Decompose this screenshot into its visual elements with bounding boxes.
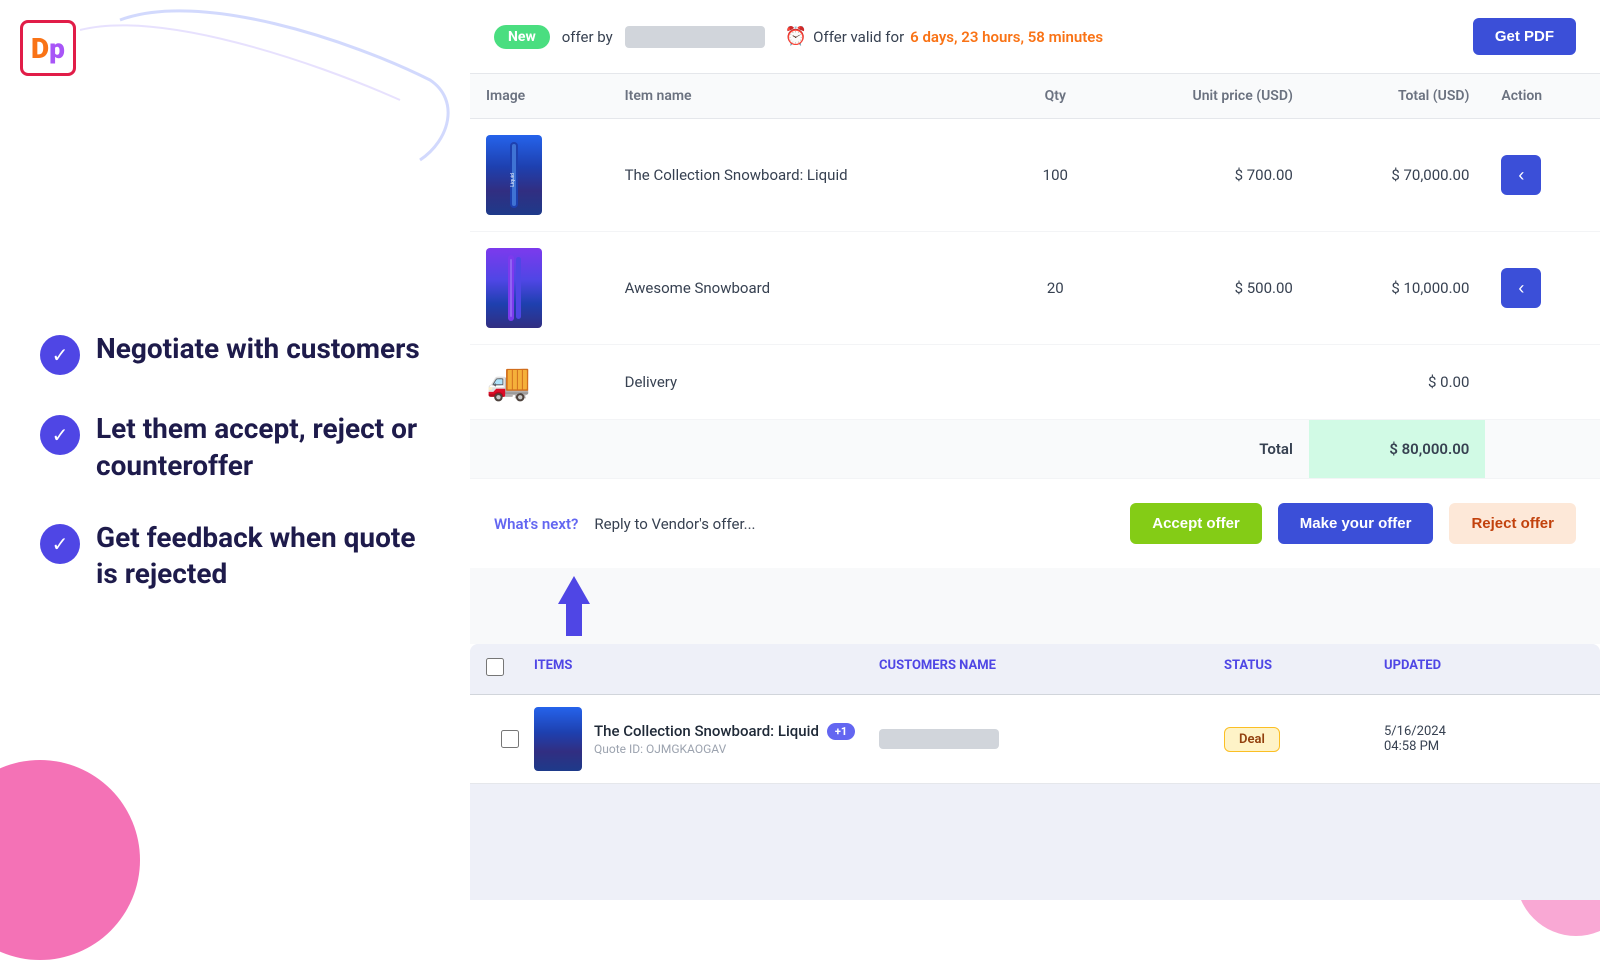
col-item-name: Item name <box>609 74 1011 119</box>
feature-text-accept-reject: Let them accept, reject or counteroffer <box>96 411 430 484</box>
product-name-row: The Collection Snowboard: Liquid +1 <box>594 722 855 740</box>
updated-date: 5/16/2024 <box>1384 724 1584 739</box>
product-title: The Collection Snowboard: Liquid <box>594 722 819 740</box>
updated-time: 04:58 PM <box>1384 739 1584 754</box>
col-qty: Qty <box>1010 74 1100 119</box>
col-total: Total (USD) <box>1309 74 1486 119</box>
check-icon-feedback: ✓ <box>40 524 80 564</box>
product-image-liquid: Liquid <box>486 135 542 215</box>
product-thumbnail <box>534 707 582 771</box>
table-row: 🚚 Delivery $ 0.00 <box>470 345 1600 420</box>
arrow-section <box>470 568 1600 644</box>
whats-next-section: What's next? Reply to Vendor's offer... … <box>470 478 1600 568</box>
table-row: Awesome Snowboard 20 $ 500.00 $ 10,000.0… <box>470 232 1600 345</box>
down-arrow-icon <box>550 568 598 644</box>
whats-next-label: What's next? <box>494 515 578 533</box>
offer-header: New offer by ⏰ Offer valid for 6 days, 2… <box>470 0 1600 74</box>
offer-by-name <box>625 26 765 48</box>
customer-name-cell <box>879 729 1224 749</box>
feature-accept-reject: ✓ Let them accept, reject or counteroffe… <box>40 411 430 484</box>
reject-offer-button[interactable]: Reject offer <box>1449 503 1576 544</box>
cell-qty-awesome: 20 <box>1010 232 1100 345</box>
cell-total-delivery: $ 0.00 <box>1309 345 1486 420</box>
product-cell: The Collection Snowboard: Liquid +1 Quot… <box>534 707 879 771</box>
header-status: STATUS <box>1224 658 1384 680</box>
cell-price-liquid: $ 700.00 <box>1100 119 1308 232</box>
select-all-checkbox[interactable] <box>486 658 504 676</box>
feature-text-negotiate: Negotiate with customers <box>96 331 420 367</box>
action-button-liquid[interactable]: ‹ <box>1501 155 1541 195</box>
table-row: Liquid The Collection Snowboard: Liquid … <box>470 119 1600 232</box>
cell-qty-delivery <box>1010 345 1100 420</box>
get-pdf-button[interactable]: Get PDF <box>1473 18 1576 55</box>
cell-price-awesome: $ 500.00 <box>1100 232 1308 345</box>
accept-offer-button[interactable]: Accept offer <box>1130 503 1262 544</box>
cell-qty-liquid: 100 <box>1010 119 1100 232</box>
cell-name-awesome: Awesome Snowboard <box>609 232 1011 345</box>
check-icon-negotiate: ✓ <box>40 335 80 375</box>
offer-by-text: offer by <box>562 28 613 46</box>
col-action: Action <box>1485 74 1600 119</box>
feature-negotiate: ✓ Negotiate with customers <box>40 331 430 375</box>
total-action-spacer <box>1485 420 1600 479</box>
header-items: ITEMS <box>534 658 879 680</box>
main-content: New offer by ⏰ Offer valid for 6 days, 2… <box>470 0 1600 900</box>
total-row: Total $ 80,000.00 <box>470 420 1600 479</box>
cell-action-liquid: ‹ <box>1485 119 1600 232</box>
cell-total-awesome: $ 10,000.00 <box>1309 232 1486 345</box>
cell-action-awesome: ‹ <box>1485 232 1600 345</box>
product-info: The Collection Snowboard: Liquid +1 Quot… <box>594 722 855 756</box>
header-checkbox-col <box>486 658 534 680</box>
delivery-icon: 🚚 <box>486 361 531 403</box>
updated-cell: 5/16/2024 04:58 PM <box>1384 724 1584 754</box>
check-icon-accept-reject: ✓ <box>40 415 80 455</box>
status-badge: Deal <box>1224 727 1280 752</box>
cell-image-delivery: 🚚 <box>470 345 609 420</box>
quote-table: Image Item name Qty Unit price (USD) Tot… <box>470 74 1600 478</box>
logo-d: D <box>31 32 49 65</box>
row-checkbox[interactable] <box>501 730 519 748</box>
cell-action-delivery <box>1485 345 1600 420</box>
product-image-awesome <box>486 248 542 328</box>
total-label: Total <box>1100 420 1308 479</box>
row-checkbox-cell <box>486 730 534 748</box>
quotes-list: ITEMS CUSTOMERS NAME STATUS UPDATED The … <box>470 644 1600 900</box>
status-cell: Deal <box>1224 727 1384 752</box>
total-value: $ 80,000.00 <box>1309 420 1486 479</box>
left-panel: ✓ Negotiate with customers ✓ Let them ac… <box>0 0 470 900</box>
header-updated: UPDATED <box>1384 658 1584 680</box>
offer-timer: ⏰ Offer valid for 6 days, 23 hours, 58 m… <box>785 26 1103 47</box>
col-unit-price: Unit price (USD) <box>1100 74 1308 119</box>
badge-new: New <box>494 25 550 49</box>
list-item: The Collection Snowboard: Liquid +1 Quot… <box>470 695 1600 784</box>
cell-name-delivery: Delivery <box>609 345 1011 420</box>
badge-count: +1 <box>827 723 855 740</box>
cell-name-liquid: The Collection Snowboard: Liquid <box>609 119 1011 232</box>
col-image: Image <box>470 74 609 119</box>
cell-price-delivery <box>1100 345 1308 420</box>
svg-text:Liquid: Liquid <box>510 173 516 187</box>
make-offer-button[interactable]: Make your offer <box>1278 503 1434 544</box>
reply-text: Reply to Vendor's offer... <box>594 515 755 533</box>
cell-image-awesome <box>470 232 609 345</box>
timer-prefix: Offer valid for <box>813 28 904 46</box>
quote-id: Quote ID: OJMGKAOGAV <box>594 742 855 756</box>
customer-name-placeholder <box>879 729 999 749</box>
logo-p: p <box>49 32 65 65</box>
logo: Dp <box>20 20 76 76</box>
timer-value: 6 days, 23 hours, 58 minutes <box>910 28 1103 46</box>
feature-text-feedback: Get feedback when quote is rejected <box>96 520 430 593</box>
total-spacer <box>470 420 1100 479</box>
header-customers: CUSTOMERS NAME <box>879 658 1224 680</box>
feature-feedback: ✓ Get feedback when quote is rejected <box>40 520 430 593</box>
action-button-awesome[interactable]: ‹ <box>1501 268 1541 308</box>
quotes-list-header: ITEMS CUSTOMERS NAME STATUS UPDATED <box>470 644 1600 695</box>
timer-icon: ⏰ <box>785 26 807 47</box>
cell-total-liquid: $ 70,000.00 <box>1309 119 1486 232</box>
cell-image-liquid: Liquid <box>470 119 609 232</box>
